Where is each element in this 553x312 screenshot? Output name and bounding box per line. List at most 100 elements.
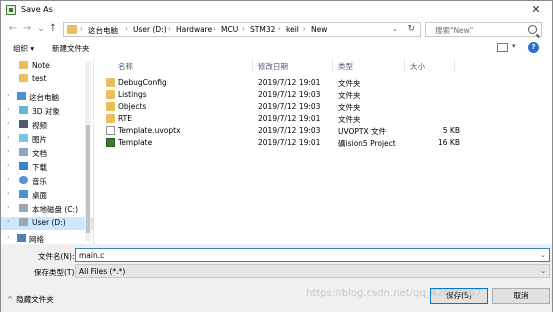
sidebar-scrollbar[interactable] bbox=[85, 61, 91, 241]
file-list: 名称 修改日期 类型 大小 DebugConfig 2019/7/12 19:0… bbox=[94, 58, 552, 244]
organize-button[interactable]: 组织 ▾ bbox=[13, 43, 34, 54]
breadcrumb-mcu[interactable]: MCU bbox=[221, 25, 238, 34]
breadcrumb-separator-icon[interactable]: › bbox=[278, 25, 281, 33]
file-row[interactable]: Objects 2019/7/12 19:03 文件夹 bbox=[104, 101, 472, 113]
breadcrumb-separator-icon[interactable]: › bbox=[242, 25, 245, 33]
breadcrumb-user-drive[interactable]: User (D:) bbox=[133, 25, 167, 34]
recent-locations-chevron-icon[interactable]: ⌄ bbox=[35, 23, 47, 35]
sidebar-item-local-disk-c[interactable]: › 本地磁盘 (C:) bbox=[1, 203, 93, 216]
sidebar-item-label: 这台电脑 bbox=[29, 93, 59, 102]
filename-value[interactable]: main.c bbox=[79, 251, 104, 260]
column-separator[interactable] bbox=[252, 59, 253, 71]
video-icon bbox=[19, 120, 28, 128]
breadcrumb-stm32[interactable]: STM32 bbox=[250, 25, 275, 34]
refresh-icon[interactable]: ↻ bbox=[407, 24, 415, 34]
save-as-dialog: Save As ✕ ← → ⌄ ↑ › 这台电脑 › User (D:) › H… bbox=[0, 0, 553, 312]
command-bar: 组织 ▾ 新建文件夹 ▾ ? bbox=[1, 40, 552, 56]
file-row[interactable]: Template 2019/7/12 19:01 礦ision5 Project… bbox=[104, 137, 472, 149]
breadcrumb-separator-icon[interactable]: › bbox=[213, 25, 216, 33]
filetype-dropdown-chevron-icon[interactable]: ⌄ bbox=[540, 267, 546, 275]
up-arrow-icon[interactable]: ↑ bbox=[47, 23, 59, 35]
sidebar-item-label: 3D 对象 bbox=[32, 107, 60, 116]
desktop-icon bbox=[19, 190, 28, 198]
sidebar-item-user-d[interactable]: › User (D:) bbox=[1, 217, 93, 230]
sidebar-item-label: test bbox=[32, 74, 47, 83]
sidebar-item-pictures[interactable]: › 图片 bbox=[1, 133, 93, 146]
column-separator[interactable] bbox=[332, 59, 333, 71]
filename-dropdown-chevron-icon[interactable]: ⌄ bbox=[540, 251, 546, 259]
column-header-type[interactable]: 类型 bbox=[338, 61, 353, 72]
file-row[interactable]: RTE 2019/7/12 19:01 文件夹 bbox=[104, 113, 472, 125]
expand-chevron-icon[interactable]: › bbox=[7, 218, 9, 225]
expand-chevron-icon[interactable]: › bbox=[7, 162, 9, 169]
sidebar-item-test[interactable]: test bbox=[1, 73, 93, 86]
search-placeholder: 搜索"New" bbox=[435, 26, 474, 35]
sidebar-item-label: 桌面 bbox=[32, 191, 47, 200]
help-icon[interactable]: ? bbox=[528, 42, 539, 53]
breadcrumb-separator-icon[interactable]: › bbox=[125, 25, 128, 33]
expand-chevron-icon[interactable]: › bbox=[7, 92, 9, 99]
folder-icon bbox=[67, 25, 77, 34]
breadcrumb-separator-icon[interactable]: › bbox=[303, 25, 306, 33]
sidebar-item-music[interactable]: › 音乐 bbox=[1, 175, 93, 188]
breadcrumb-this-pc[interactable]: 这台电脑 bbox=[88, 25, 118, 36]
sidebar-item-label: 网络 bbox=[29, 235, 44, 243]
sidebar-item-label: 下载 bbox=[32, 163, 47, 172]
expand-chevron-icon[interactable]: › bbox=[7, 176, 9, 183]
filename-label: 文件名(N): bbox=[38, 252, 75, 261]
file-size: 16 KB bbox=[438, 138, 460, 147]
folder-icon bbox=[106, 114, 115, 123]
hide-folders-toggle[interactable]: ^ 隐藏文件夹 bbox=[7, 294, 54, 305]
sidebar-item-downloads[interactable]: › 下载 bbox=[1, 161, 93, 174]
filename-field[interactable]: main.c ⌄ bbox=[75, 248, 550, 262]
view-options-icon[interactable] bbox=[497, 43, 508, 52]
column-separator[interactable] bbox=[454, 59, 455, 71]
file-name: Listings bbox=[118, 90, 147, 99]
breadcrumb-separator-icon[interactable]: › bbox=[80, 25, 83, 33]
expand-chevron-icon[interactable]: › bbox=[7, 106, 9, 113]
close-button[interactable]: ✕ bbox=[528, 2, 544, 18]
sidebar-item-documents[interactable]: › 文档 bbox=[1, 147, 93, 160]
column-header-date[interactable]: 修改日期 bbox=[258, 61, 288, 72]
disk-icon bbox=[19, 218, 28, 226]
expand-chevron-icon[interactable]: › bbox=[7, 234, 9, 241]
expand-chevron-icon[interactable]: › bbox=[7, 120, 9, 127]
breadcrumb-hardware[interactable]: Hardware bbox=[176, 25, 212, 34]
sidebar-item-label: User (D:) bbox=[32, 218, 66, 227]
address-dropdown-chevron-icon[interactable]: ⌄ bbox=[392, 25, 398, 33]
file-name: DebugConfig bbox=[118, 78, 167, 87]
sidebar-item-network[interactable]: › 网络 bbox=[1, 233, 93, 243]
folder-icon bbox=[19, 61, 28, 69]
file-row[interactable]: Listings 2019/7/12 19:03 文件夹 bbox=[104, 89, 472, 101]
back-arrow-icon[interactable]: ← bbox=[7, 23, 19, 35]
search-input[interactable]: 搜索"New" bbox=[425, 22, 542, 37]
expand-chevron-icon[interactable]: › bbox=[7, 134, 9, 141]
new-folder-button[interactable]: 新建文件夹 bbox=[52, 43, 90, 54]
view-options-chevron-icon[interactable]: ▾ bbox=[512, 42, 516, 50]
file-row[interactable]: Template.uvoptx 2019/7/12 19:03 UVOPTX 文… bbox=[104, 125, 472, 137]
column-header-size[interactable]: 大小 bbox=[410, 61, 425, 72]
breadcrumb-keil[interactable]: keil bbox=[286, 25, 299, 34]
sidebar-item-3d-objects[interactable]: › 3D 对象 bbox=[1, 105, 93, 118]
sidebar-item-label: 图片 bbox=[32, 135, 47, 144]
sidebar-item-label: 本地磁盘 (C:) bbox=[32, 205, 78, 214]
breadcrumb-new[interactable]: New bbox=[311, 25, 327, 34]
expand-chevron-icon[interactable]: › bbox=[7, 148, 9, 155]
sidebar-item-desktop[interactable]: › 桌面 bbox=[1, 189, 93, 202]
search-icon[interactable] bbox=[528, 25, 537, 34]
sidebar-scrollbar-thumb[interactable] bbox=[86, 125, 90, 233]
column-separator[interactable] bbox=[404, 59, 405, 71]
sidebar-item-this-pc[interactable]: › 这台电脑 bbox=[1, 91, 93, 104]
file-row[interactable]: DebugConfig 2019/7/12 19:01 文件夹 bbox=[104, 77, 472, 89]
sidebar-item-videos[interactable]: › 视频 bbox=[1, 119, 93, 132]
expand-chevron-icon[interactable]: › bbox=[7, 190, 9, 197]
address-bar[interactable]: › 这台电脑 › User (D:) › Hardware › MCU › ST… bbox=[63, 22, 421, 37]
expand-chevron-icon[interactable]: › bbox=[7, 204, 9, 211]
column-header-name[interactable]: 名称 bbox=[118, 61, 133, 72]
sidebar-item-note[interactable]: Note bbox=[1, 60, 93, 73]
filetype-select[interactable]: All Files (*.*) ⌄ bbox=[75, 264, 550, 278]
breadcrumb-separator-icon[interactable]: › bbox=[168, 25, 171, 33]
forward-arrow-icon[interactable]: → bbox=[21, 23, 33, 35]
cancel-button[interactable]: 取消 bbox=[492, 288, 550, 304]
window-title: Save As bbox=[21, 5, 53, 14]
